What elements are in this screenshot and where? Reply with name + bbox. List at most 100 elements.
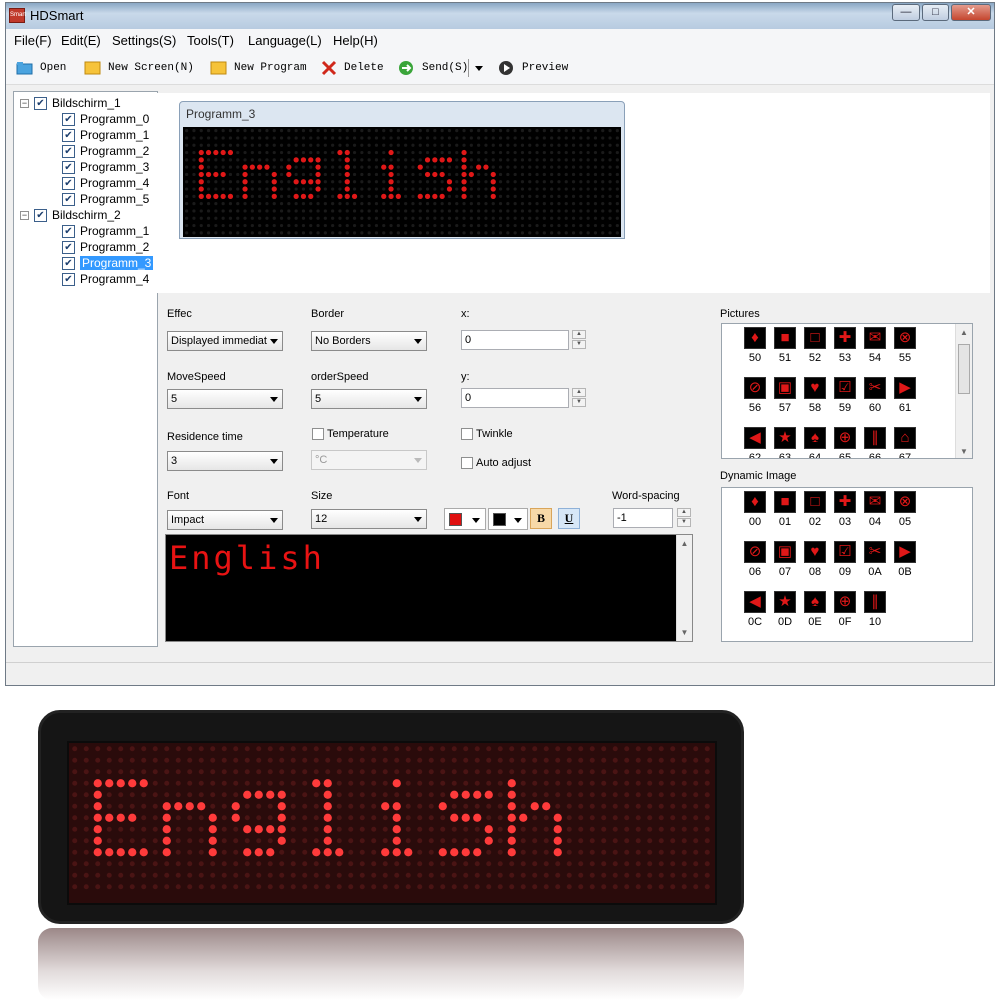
scroll-thumb[interactable] [958,344,970,394]
picture-item[interactable]: ♠ 64 [802,427,828,458]
dynamic-image-item[interactable]: ♦ 00 [742,491,768,528]
temperature-checkbox[interactable]: Temperature [312,428,389,440]
picture-item[interactable]: ☑ 59 [832,377,858,414]
dynamic-image-item[interactable]: ✚ 03 [832,491,858,528]
dynamic-image-item[interactable]: ▶ 0B [892,541,918,578]
picture-item[interactable]: ⊗ 55 [892,327,918,364]
bold-button[interactable]: B [530,508,552,529]
checkbox-unchecked[interactable] [461,457,473,469]
scroll-down-icon[interactable]: ▼ [677,628,692,637]
open-button[interactable]: Open [16,58,66,78]
order-speed-select[interactable]: 5 [311,389,427,409]
picture-item[interactable]: ▶ 61 [892,377,918,414]
dynamic-image-item[interactable]: □ 02 [802,491,828,528]
menu-settings[interactable]: Settings(S) [112,33,176,48]
new-program-button[interactable]: New Program [210,58,307,78]
picture-item[interactable]: ∥ 66 [862,427,888,458]
auto-adjust-checkbox[interactable]: Auto adjust [461,457,531,469]
dynamic-image-item[interactable]: ✉ 04 [862,491,888,528]
word-spacing-input[interactable]: -1 [613,508,673,528]
underline-button[interactable]: U [558,508,580,529]
tree-program[interactable]: ✔ Programm_4 [62,175,149,191]
tree-program[interactable]: ✔ Programm_1 [62,223,149,239]
checkbox-unchecked[interactable] [461,428,473,440]
dynamic-image-item[interactable]: ★ 0D [772,591,798,628]
spin-down-icon[interactable]: ▼ [572,340,586,349]
new-screen-button[interactable]: New Screen(N) [84,58,194,78]
checkbox-checked[interactable]: ✔ [62,144,75,158]
tree-program[interactable]: ✔ Programm_2 [62,143,149,159]
checkbox-checked[interactable]: ✔ [62,160,75,174]
checkbox-checked[interactable]: ✔ [62,224,75,238]
preview-button[interactable]: Preview [498,58,568,78]
pictures-scrollbar[interactable]: ▲ ▼ [955,324,972,458]
x-stepper[interactable]: ▲ ▼ [572,330,586,350]
pictures-panel[interactable]: ♦ 50 ■ 51 □ 52 ✚ 53 ✉ 54 ⊗ 55 ⊘ 56 ▣ 57 ♥ 58 ☑ 59 ✂ 60 ▶ 61 ◀ 62 ★… [721,323,973,459]
picture-item[interactable]: ⊘ 56 [742,377,768,414]
collapse-icon[interactable]: − [20,98,29,108]
dynamic-image-item[interactable]: ☑ 09 [832,541,858,578]
tree-screen-2[interactable]: − ✔ Bildschirm_2 [20,207,121,223]
effect-select[interactable]: Displayed immediat [167,331,283,351]
text-editor[interactable]: English ▲ ▼ [165,534,693,642]
send-dropdown[interactable] [468,58,483,78]
tree-program[interactable]: ✔ Programm_0 [62,111,149,127]
spin-up-icon[interactable]: ▲ [572,388,586,397]
border-select[interactable]: No Borders [311,331,427,351]
checkbox-checked[interactable]: ✔ [62,112,75,126]
picture-item[interactable]: ★ 63 [772,427,798,458]
residence-time-select[interactable]: 3 [167,451,283,471]
menu-language[interactable]: Language(L) [248,33,322,48]
tree-screen-1[interactable]: − ✔ Bildschirm_1 [20,95,121,111]
font-select[interactable]: Impact [167,510,283,530]
tree-program[interactable]: ✔ Programm_3 [62,159,149,175]
dynamic-image-item[interactable]: ⊕ 0F [832,591,858,628]
twinkle-checkbox[interactable]: Twinkle [461,428,513,440]
picture-item[interactable]: ♦ 50 [742,327,768,364]
menu-edit[interactable]: Edit(E) [61,33,101,48]
word-spacing-stepper[interactable]: ▲ ▼ [677,508,691,528]
tree-program[interactable]: ✔ Programm_1 [62,127,149,143]
dynamic-image-item[interactable]: ⊗ 05 [892,491,918,528]
editor-scrollbar[interactable]: ▲ ▼ [676,535,692,641]
close-button[interactable]: ✕ [951,4,991,21]
menu-tools[interactable]: Tools(T) [187,33,234,48]
dynamic-image-item[interactable]: ⊘ 06 [742,541,768,578]
picture-item[interactable]: ■ 51 [772,327,798,364]
checkbox-checked[interactable]: ✔ [62,256,75,270]
checkbox-checked[interactable]: ✔ [34,96,47,110]
dynamic-image-item[interactable]: ∥ 10 [862,591,888,628]
spin-up-icon[interactable]: ▲ [677,508,691,517]
dynamic-image-item[interactable]: ▣ 07 [772,541,798,578]
checkbox-checked[interactable]: ✔ [62,192,75,206]
checkbox-checked[interactable]: ✔ [62,272,75,286]
collapse-icon[interactable]: − [20,210,29,220]
send-button[interactable]: Send(S) [398,58,468,78]
menu-file[interactable]: File(F) [14,33,52,48]
scroll-down-icon[interactable]: ▼ [956,447,972,456]
program-tree[interactable]: − ✔ Bildschirm_1 ✔ Programm_0 ✔ Programm_1… [13,91,158,647]
dynamic-image-item[interactable]: ■ 01 [772,491,798,528]
spin-down-icon[interactable]: ▼ [677,518,691,527]
checkbox-checked[interactable]: ✔ [62,176,75,190]
menu-help[interactable]: Help(H) [333,33,378,48]
y-stepper[interactable]: ▲ ▼ [572,388,586,408]
delete-button[interactable]: Delete [320,58,384,78]
spin-down-icon[interactable]: ▼ [572,398,586,407]
tree-program[interactable]: ✔ Programm_5 [62,191,149,207]
picture-item[interactable]: □ 52 [802,327,828,364]
picture-item[interactable]: ⊕ 65 [832,427,858,458]
background-color-picker[interactable] [488,508,528,530]
tree-program-selected[interactable]: ✔ Programm_3 [62,255,154,271]
picture-item[interactable]: ♥ 58 [802,377,828,414]
dynamic-image-item[interactable]: ◀ 0C [742,591,768,628]
minimize-button[interactable]: — [892,4,920,21]
scroll-up-icon[interactable]: ▲ [677,539,692,548]
tree-program[interactable]: ✔ Programm_4 [62,271,149,287]
led-preview-window[interactable]: Programm_3 [179,101,625,239]
checkbox-checked[interactable]: ✔ [62,240,75,254]
tree-program[interactable]: ✔ Programm_2 [62,239,149,255]
checkbox-unchecked[interactable] [312,428,324,440]
picture-item[interactable]: ◀ 62 [742,427,768,458]
move-speed-select[interactable]: 5 [167,389,283,409]
